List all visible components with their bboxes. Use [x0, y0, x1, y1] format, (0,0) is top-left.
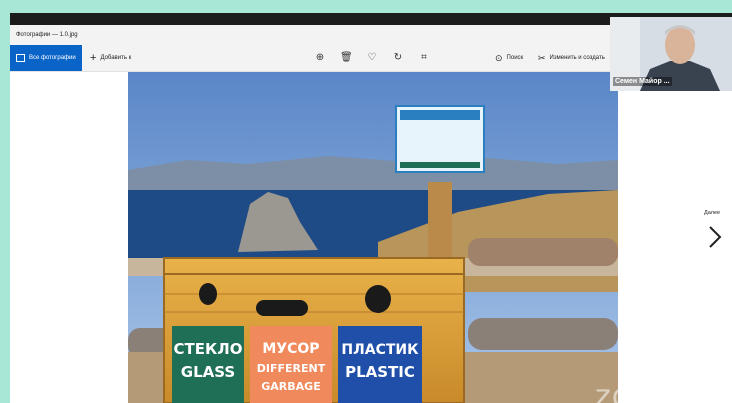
all-photos-button[interactable]: Все фотографии	[10, 45, 82, 71]
search-button[interactable]: ⊙ Поиск	[495, 45, 523, 71]
add-to-label: Добавить к	[100, 55, 132, 61]
bin-plastic-ru: ПЛАСТИК	[341, 342, 419, 358]
bin-plastic-en: PLASTIC	[345, 363, 415, 381]
photos-icon	[16, 54, 25, 62]
plus-icon: +	[90, 52, 97, 64]
rotate-icon[interactable]: ↻	[392, 52, 404, 64]
edit-create-label: Изменить и создать	[549, 55, 605, 61]
search-icon: ⊙	[495, 52, 503, 63]
bin-glass-ru: СТЕКЛО	[174, 340, 243, 358]
zoom-watermark: zoom	[595, 379, 681, 403]
next-photo-button[interactable]: Далее	[704, 210, 732, 260]
zoom-in-icon[interactable]: ⊕	[314, 52, 326, 64]
edit-icon: ✂	[538, 52, 546, 63]
chevron-right-icon	[709, 226, 722, 248]
photo-viewer-image: СТЕКЛО GLASS МУСОР DIFFERENT GARBAGE ПЛА…	[128, 72, 618, 403]
crop-icon[interactable]: ⌗	[418, 52, 430, 64]
heart-icon[interactable]: ♡	[366, 52, 378, 64]
bin-garbage-en-line2: GARBAGE	[261, 380, 320, 393]
next-tooltip: Далее	[704, 210, 721, 216]
all-photos-label: Все фотографии	[29, 55, 76, 61]
edit-create-button[interactable]: ✂ Изменить и создать	[538, 45, 605, 71]
bin-garbage-ru: МУСОР	[262, 341, 319, 357]
bin-glass-en: GLASS	[181, 363, 235, 381]
participant-name: Семен Майор ...	[613, 77, 672, 86]
search-label: Поиск	[506, 55, 524, 61]
window-title: Фотографии — 1.0.jpg	[16, 32, 78, 38]
photo-illustration: СТЕКЛО GLASS МУСОР DIFFERENT GARBAGE ПЛА…	[128, 72, 618, 403]
bin-garbage-en-line1: DIFFERENT	[257, 362, 326, 375]
trash-icon[interactable]: 🗑	[340, 52, 353, 64]
add-to-button[interactable]: + Добавить к	[90, 45, 131, 71]
participant-video[interactable]: Семен Майор ...	[610, 17, 732, 91]
